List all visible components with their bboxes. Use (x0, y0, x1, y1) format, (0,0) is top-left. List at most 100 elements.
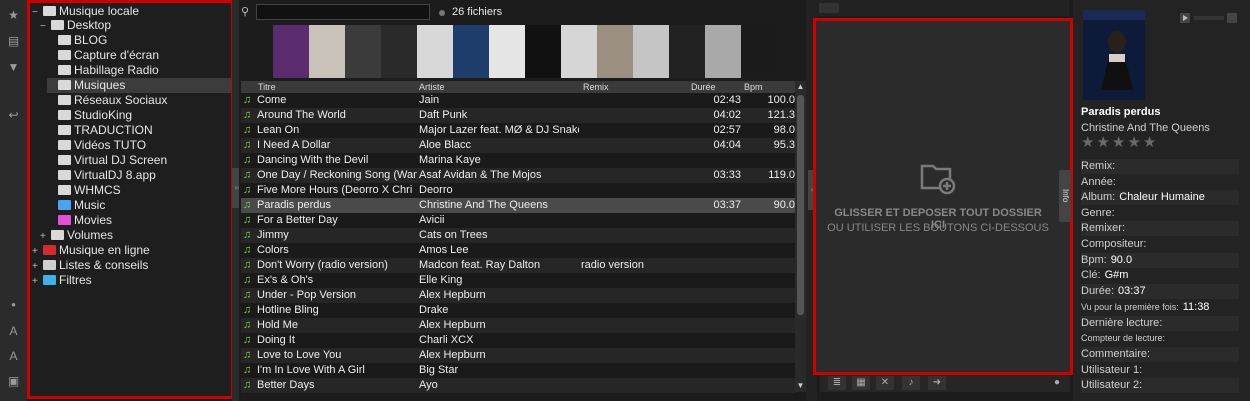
collapse-icon[interactable]: − (32, 5, 40, 20)
rating-stars[interactable]: ★ ★ ★ ★ ★ (1081, 135, 1158, 150)
album-cover[interactable] (309, 25, 345, 78)
column-duration[interactable]: Durée (691, 81, 716, 93)
table-row[interactable]: ♫ Love to Love You Alex Hepburn (241, 348, 795, 363)
splitter-grip-icon[interactable]: ≡ (232, 168, 239, 208)
album-cover[interactable] (669, 25, 705, 78)
tree-item-local-music[interactable]: − Musique locale (32, 4, 139, 19)
tree-item-music[interactable]: Music (47, 198, 105, 213)
grid-icon[interactable]: ▦ (852, 376, 870, 390)
album-cover[interactable] (345, 25, 381, 78)
microphone-icon[interactable]: ♪ (902, 376, 920, 390)
table-row[interactable]: ♫ Colors Amos Lee (241, 243, 795, 258)
table-row[interactable]: ♫ Hotline Bling Drake (241, 303, 795, 318)
scroll-up-icon[interactable]: ▲ (795, 82, 806, 92)
tree-item-folder[interactable]: Réseaux Sociaux (47, 93, 231, 108)
column-remix[interactable]: Remix (583, 81, 609, 93)
star-icon[interactable]: ★ (1096, 134, 1109, 151)
column-bpm[interactable]: Bpm (744, 81, 763, 93)
scroll-down-icon[interactable]: ▼ (795, 381, 806, 391)
tree-item-folder[interactable]: TRADUCTION (47, 123, 231, 138)
table-row[interactable]: ♫ For a Better Day Avicii (241, 213, 795, 228)
cell-bpm: 121.3 (767, 109, 795, 121)
tree-item-folder[interactable]: WHMCS (47, 183, 231, 198)
sideview-tab[interactable] (819, 3, 839, 13)
tree-item-folder[interactable]: VirtualDJ 8.app (47, 168, 231, 183)
table-row[interactable]: ♫ Around The World Daft Punk 04:02 121.3 (241, 108, 795, 123)
left-splitter[interactable]: ≡ (232, 0, 239, 401)
tree-item-folder[interactable]: Musiques (47, 78, 231, 93)
album-cover[interactable] (705, 25, 741, 78)
track-list-scrollbar[interactable]: ▲ ▼ (795, 81, 806, 392)
tree-item-folder[interactable]: Virtual DJ Screen (47, 153, 231, 168)
star-icon[interactable]: ★ (1143, 134, 1156, 151)
album-cover[interactable] (417, 25, 453, 78)
search-input[interactable] (256, 4, 430, 20)
table-row[interactable]: ♫ I'm In Love With A Girl Big Star (241, 363, 795, 378)
table-row[interactable]: ♫ Better Days Ayo (241, 378, 795, 393)
album-cover[interactable] (561, 25, 597, 78)
album-cover[interactable] (381, 25, 417, 78)
tree-item-volumes[interactable]: + Volumes (40, 228, 113, 243)
back-icon[interactable]: ↩ (4, 106, 23, 124)
tree-item-folder[interactable]: StudioKing (47, 108, 231, 123)
table-row[interactable]: ♫ Come Jain 02:43 100.0 (241, 93, 795, 108)
mini-player[interactable] (1180, 13, 1240, 23)
table-row[interactable]: ♫ I Need A Dollar Aloe Blacc 04:04 95.3 (241, 138, 795, 153)
tree-item-movies[interactable]: Movies (47, 213, 112, 228)
album-cover[interactable] (273, 25, 309, 78)
expand-icon[interactable]: + (40, 229, 48, 244)
sideview-drop-zone[interactable] (813, 18, 1073, 375)
info-tab[interactable]: Info (1059, 170, 1071, 222)
album-cover[interactable] (525, 25, 561, 78)
table-row[interactable]: ♫ Dancing With the Devil Marina Kaye (241, 153, 795, 168)
expand-icon[interactable]: + (32, 274, 40, 289)
table-row[interactable]: ♫ One Day / Reckoning Song (Wank Asaf Avid… (241, 168, 795, 183)
table-row[interactable]: ♫ Lean On Major Lazer feat. MØ & DJ Snake 0… (241, 123, 795, 138)
star-icon[interactable]: ★ (1081, 134, 1094, 151)
tree-item-lists[interactable]: + Listes & conseils (32, 258, 148, 273)
filter-icon[interactable]: ▼ (4, 58, 23, 76)
table-row[interactable]: ♫ Paradis perdus Christine And The Queens 0… (241, 198, 795, 213)
table-row[interactable]: ♫ Ex's & Oh's Elle King (241, 273, 795, 288)
tree-item-online-music[interactable]: + Musique en ligne (32, 243, 150, 258)
shuffle-icon[interactable]: ✕ (876, 376, 894, 390)
album-cover[interactable] (633, 25, 669, 78)
star-icon[interactable]: ★ (4, 6, 23, 24)
star-icon[interactable]: ★ (1112, 134, 1125, 151)
album-cover[interactable] (489, 25, 525, 78)
column-title[interactable]: Titre (258, 81, 276, 93)
table-row[interactable]: ♫ Under - Pop Version Alex Hepburn (241, 288, 795, 303)
tree-item-desktop[interactable]: − Desktop (40, 18, 111, 33)
tree-item-folder[interactable]: Habillage Radio (47, 63, 231, 78)
font-larger-icon[interactable]: A (4, 322, 23, 340)
album-cover[interactable] (597, 25, 633, 78)
collapse-icon[interactable]: − (40, 19, 48, 34)
playlist-icon[interactable]: ≣ (828, 376, 846, 390)
tree-item-folder[interactable]: Vidéos TUTO (47, 138, 231, 153)
expand-icon[interactable]: + (32, 259, 40, 274)
star-icon[interactable]: ★ (1127, 134, 1140, 151)
album-cover[interactable] (741, 25, 777, 78)
scrollbar-thumb[interactable] (797, 95, 804, 315)
tree-item-folder[interactable]: Capture d'écran (47, 48, 231, 63)
layout-icon[interactable]: ▣ (4, 372, 23, 390)
export-icon[interactable]: ➜ (928, 376, 946, 390)
folder-tree: − Musique locale − Desktop BLOG Capture d'é… (27, 0, 234, 399)
table-row[interactable]: ♫ Jimmy Cats on Trees (241, 228, 795, 243)
table-row[interactable]: ♫ Doing It Charli XCX (241, 333, 795, 348)
album-cover[interactable] (453, 25, 489, 78)
file-count: 26 fichiers (452, 6, 503, 18)
dot-icon[interactable]: ● (4, 296, 23, 314)
options-dot-icon[interactable]: ● (1052, 376, 1062, 390)
column-artist[interactable]: Artiste (419, 81, 445, 93)
table-row[interactable]: ♫ Five More Hours (Deorro X Chri Deorro (241, 183, 795, 198)
tree-label: Vidéos TUTO (74, 138, 147, 152)
table-row[interactable]: ♫ Hold Me Alex Hepburn (241, 318, 795, 333)
drive-icon[interactable]: ▤ (4, 32, 23, 50)
tree-item-filters[interactable]: + Filtres (32, 273, 92, 288)
tree-item-folder[interactable]: BLOG (47, 33, 231, 48)
font-smaller-icon[interactable]: A (4, 347, 23, 365)
expand-icon[interactable]: + (32, 244, 40, 259)
options-dot-icon[interactable] (439, 10, 445, 16)
table-row[interactable]: ♫ Don't Worry (radio version) Madcon feat.… (241, 258, 795, 273)
